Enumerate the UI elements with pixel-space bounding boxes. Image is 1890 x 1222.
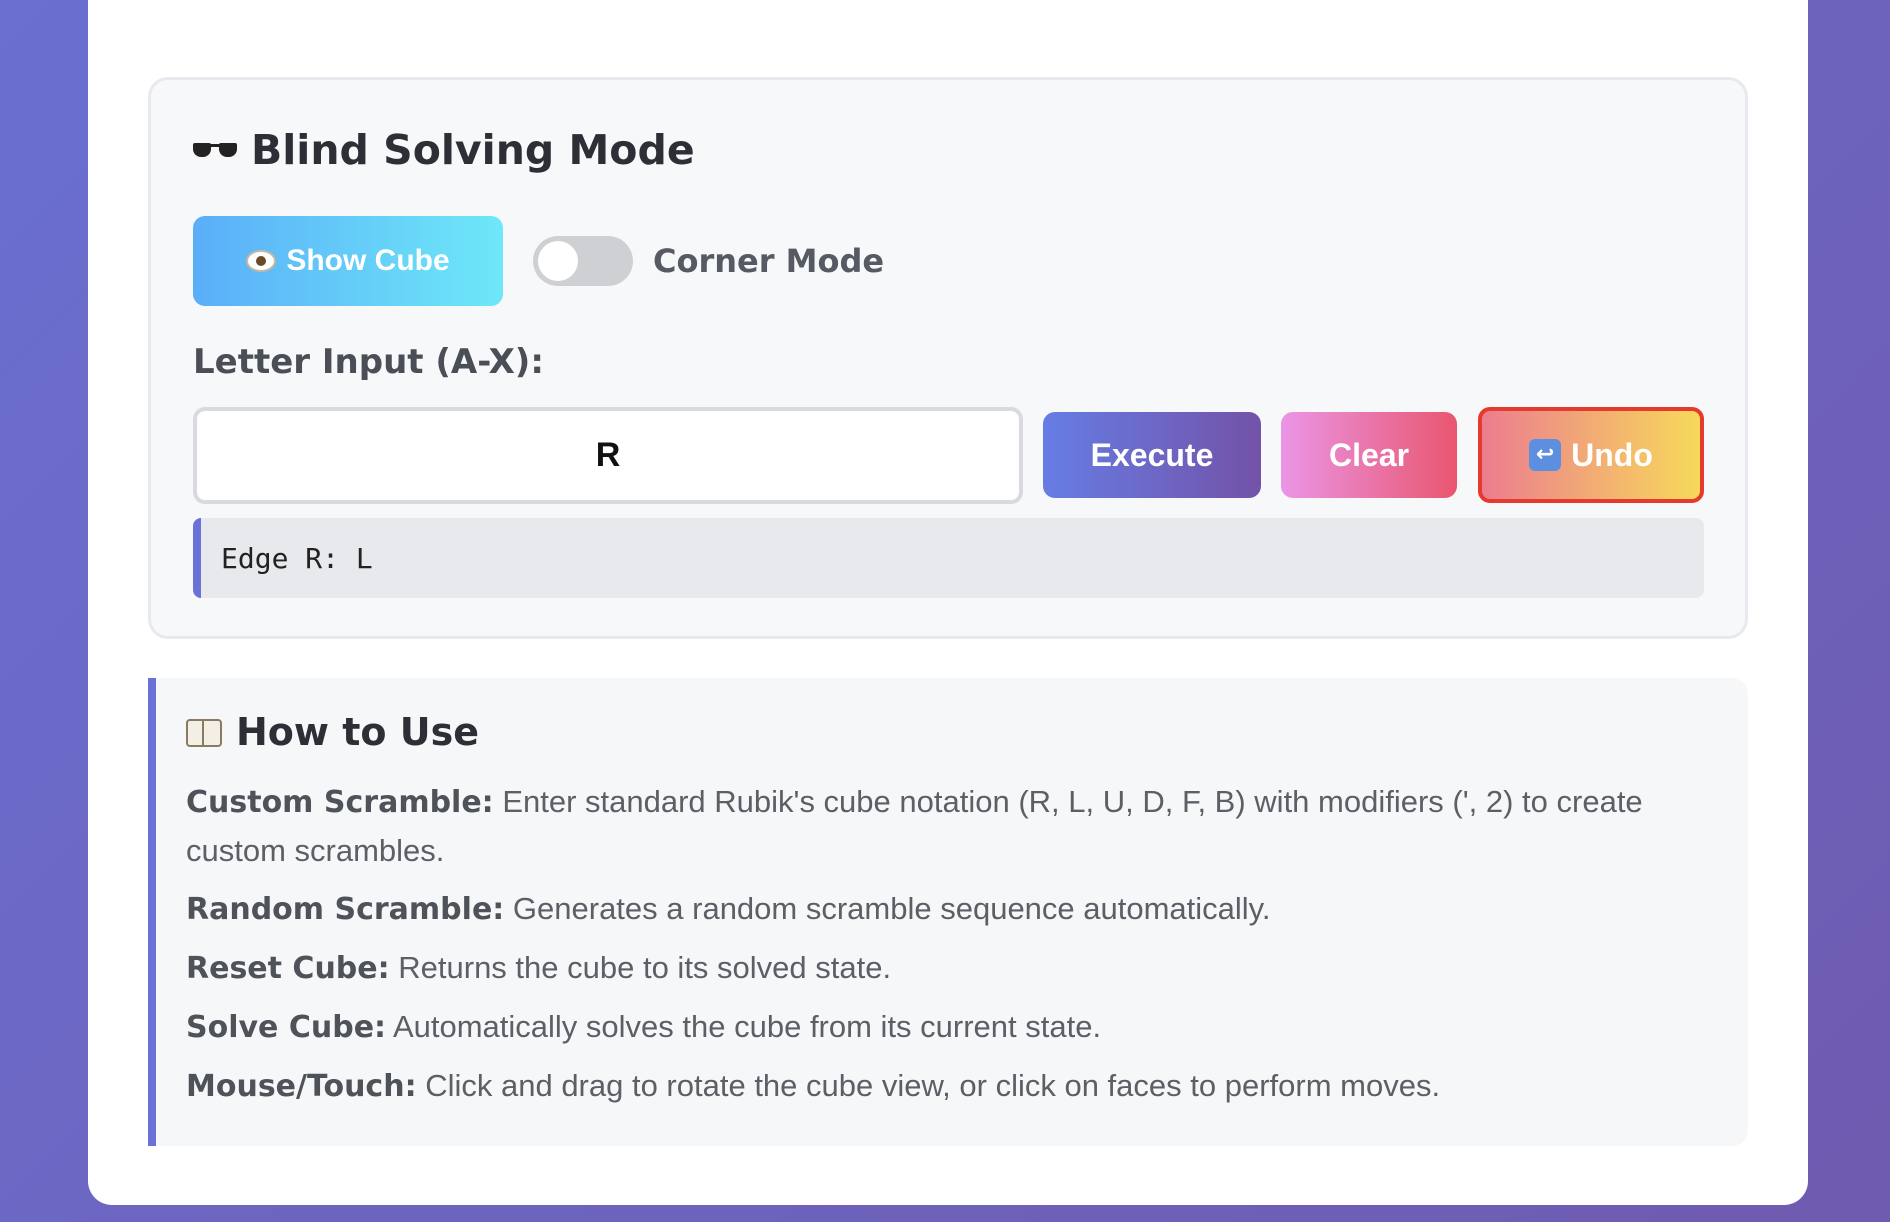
how-to-term: Solve Cube: (186, 1010, 387, 1045)
result-output: Edge R: L (193, 518, 1704, 598)
blind-solving-panel: Blind Solving Mode Show Cube Corner Mode… (148, 77, 1748, 639)
how-to-term: Mouse/Touch: (186, 1069, 417, 1104)
how-to-term: Custom Scramble: (186, 785, 494, 820)
how-to-desc: Generates a random scramble sequence aut… (512, 891, 1271, 926)
how-to-use-list: Custom Scramble: Enter standard Rubik's … (186, 778, 1726, 1121)
toggle-knob (538, 241, 578, 281)
letter-input[interactable] (193, 407, 1023, 504)
how-to-use-title-text: How to Use (236, 710, 479, 754)
how-to-desc: Click and drag to rotate the cube view, … (425, 1068, 1441, 1103)
how-to-item-reset-cube: Reset Cube: Returns the cube to its solv… (186, 944, 1726, 993)
undo-arrow-icon: ↩ (1529, 439, 1562, 471)
show-cube-button[interactable]: Show Cube (193, 216, 503, 306)
blind-solving-title-text: Blind Solving Mode (251, 126, 695, 174)
how-to-use-title: How to Use (186, 706, 479, 758)
execute-button[interactable]: Execute (1043, 412, 1261, 498)
letter-input-label: Letter Input (A-X): (193, 342, 544, 382)
how-to-term: Random Scramble: (186, 892, 505, 927)
how-to-item-custom-scramble: Custom Scramble: Enter standard Rubik's … (186, 778, 1726, 875)
sunglasses-icon (193, 140, 237, 160)
how-to-item-mouse-touch: Mouse/Touch: Click and drag to rotate th… (186, 1062, 1726, 1111)
how-to-use-panel: How to Use Custom Scramble: Enter standa… (148, 678, 1748, 1146)
undo-button[interactable]: ↩ Undo (1478, 407, 1704, 503)
eye-icon (246, 250, 277, 272)
clear-button[interactable]: Clear (1281, 412, 1457, 498)
show-cube-label: Show Cube (286, 244, 450, 277)
how-to-term: Reset Cube: (186, 951, 390, 986)
undo-label: Undo (1571, 436, 1653, 473)
how-to-item-solve-cube: Solve Cube: Automatically solves the cub… (186, 1003, 1726, 1052)
how-to-desc: Automatically solves the cube from its c… (392, 1009, 1102, 1044)
corner-mode-label: Corner Mode (653, 242, 885, 280)
corner-mode-toggle[interactable] (533, 236, 633, 286)
how-to-item-random-scramble: Random Scramble: Generates a random scra… (186, 885, 1726, 934)
main-card: Blind Solving Mode Show Cube Corner Mode… (88, 0, 1808, 1205)
open-book-icon (186, 719, 222, 747)
blind-solving-title: Blind Solving Mode (193, 122, 695, 178)
how-to-desc: Returns the cube to its solved state. (398, 950, 892, 985)
mode-row: Show Cube Corner Mode (193, 216, 884, 306)
